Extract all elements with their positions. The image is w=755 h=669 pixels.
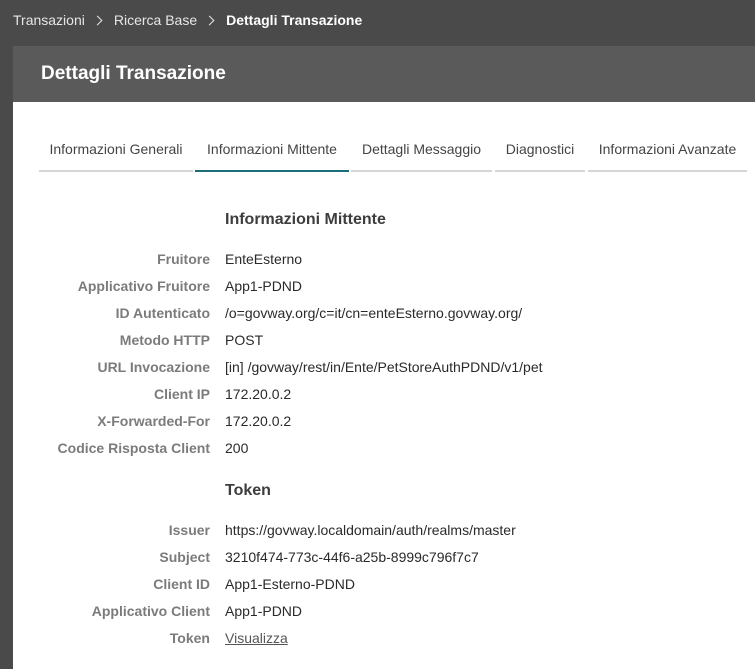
chevron-right-icon [204, 15, 215, 25]
detail-value: App1-PDND [225, 603, 303, 619]
panel-header: Dettagli Transazione [13, 46, 755, 102]
detail-value: https://govway.localdomain/auth/realms/m… [225, 522, 516, 538]
section-title-token: Token [225, 482, 271, 499]
detail-label: Token [169, 630, 210, 646]
tab-diagnostici[interactable]: Diagnostici [495, 128, 585, 172]
breadcrumb-dettagli-transazione: Dettagli Transazione [226, 12, 363, 28]
detail-row-subject: Subject 3210f474-773c-44f6-a25b-8999c796… [13, 549, 755, 569]
details-panel: Dettagli Transazione Informazioni Genera… [13, 46, 755, 669]
detail-label: Issuer [168, 522, 210, 538]
detail-row-token: Token Visualizza [13, 630, 755, 650]
detail-row-fruitore: Fruitore EnteEsterno [13, 251, 755, 271]
detail-row-issuer: Issuer https://govway.localdomain/auth/r… [13, 522, 755, 542]
detail-value: 172.20.0.2 [225, 413, 292, 429]
detail-value: App1-PDND [225, 278, 303, 294]
tab-informazioni-avanzate[interactable]: Informazioni Avanzate [588, 128, 747, 172]
detail-label: Fruitore [157, 251, 210, 267]
detail-value: App1-Esterno-PDND [225, 576, 355, 592]
detail-label: X-Forwarded-For [97, 413, 210, 429]
breadcrumb: Transazioni Ricerca Base Dettagli Transa… [0, 0, 755, 40]
detail-label: Applicativo Fruitore [77, 278, 210, 294]
breadcrumb-transazioni[interactable]: Transazioni [13, 12, 85, 28]
detail-row-metodo-http: Metodo HTTP POST [13, 332, 755, 352]
detail-value: 172.20.0.2 [225, 386, 292, 402]
detail-label: Subject [159, 549, 210, 565]
detail-label: Client IP [153, 386, 210, 402]
tab-bar: Informazioni Generali Informazioni Mitte… [39, 128, 747, 172]
detail-value: POST [225, 332, 264, 348]
detail-value: EnteEsterno [225, 251, 303, 267]
detail-value: [in] /govway/rest/in/Ente/PetStoreAuthPD… [225, 359, 543, 375]
chevron-right-icon [92, 15, 103, 25]
detail-row-codice-risposta-client: Codice Risposta Client 200 [13, 440, 755, 460]
detail-label: Metodo HTTP [119, 332, 210, 348]
detail-row-applicativo-client: Applicativo Client App1-PDND [13, 603, 755, 623]
detail-label: Applicativo Client [91, 603, 210, 619]
breadcrumb-ricerca-base[interactable]: Ricerca Base [114, 12, 197, 28]
tab-informazioni-generali[interactable]: Informazioni Generali [39, 128, 193, 172]
detail-label: Client ID [153, 576, 210, 592]
tab-informazioni-mittente[interactable]: Informazioni Mittente [195, 128, 349, 172]
detail-label: URL Invocazione [97, 359, 210, 375]
section-title-mittente: Informazioni Mittente [225, 211, 386, 228]
detail-row-client-id: Client ID App1-Esterno-PDND [13, 576, 755, 596]
tab-dettagli-messaggio[interactable]: Dettagli Messaggio [351, 128, 492, 172]
detail-row-x-forwarded-for: X-Forwarded-For 172.20.0.2 [13, 413, 755, 433]
detail-row-applicativo-fruitore: Applicativo Fruitore App1-PDND [13, 278, 755, 298]
detail-row-id-autenticato: ID Autenticato /o=govway.org/c=it/cn=ent… [13, 305, 755, 325]
detail-row-url-invocazione: URL Invocazione [in] /govway/rest/in/Ent… [13, 359, 755, 379]
page-title: Dettagli Transazione [41, 63, 226, 84]
detail-value: /o=govway.org/c=it/cn=enteEsterno.govway… [225, 305, 523, 321]
detail-value: 3210f474-773c-44f6-a25b-8999c796f7c7 [225, 549, 479, 565]
token-visualizza-link[interactable]: Visualizza [225, 630, 288, 646]
detail-label: Codice Risposta Client [57, 440, 210, 456]
detail-label: ID Autenticato [115, 305, 210, 321]
detail-row-client-ip: Client IP 172.20.0.2 [13, 386, 755, 406]
detail-value: 200 [225, 440, 249, 456]
